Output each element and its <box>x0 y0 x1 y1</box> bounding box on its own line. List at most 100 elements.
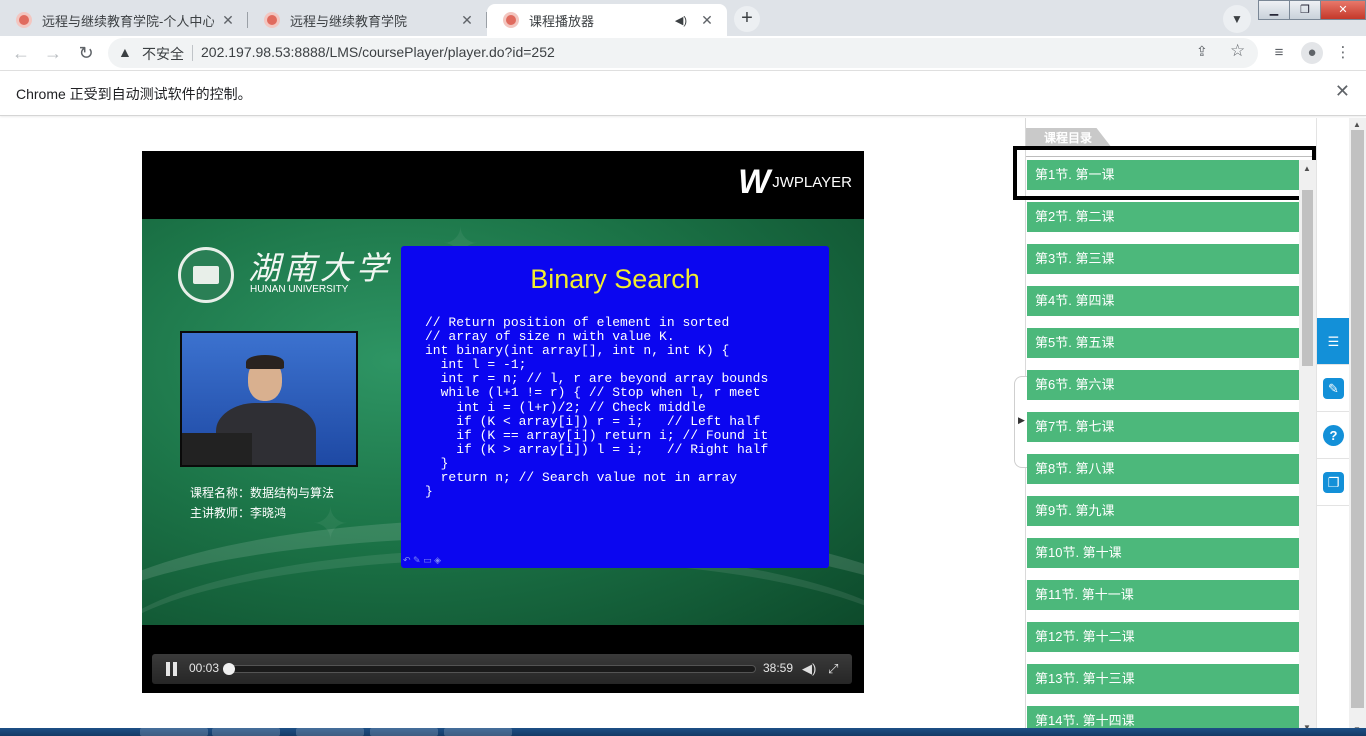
outline-tool-button[interactable]: ☰ <box>1317 318 1350 365</box>
volume-icon[interactable]: ◀) <box>802 661 816 677</box>
slide-code: // Return position of element in sorted … <box>425 315 769 500</box>
new-tab-button[interactable]: + <box>734 6 760 32</box>
browser-tab-personal-center[interactable]: 远程与继续教育学院-个人中心 ✕ <box>0 4 248 36</box>
window-close-icon[interactable]: ✕ <box>1320 0 1366 20</box>
course-info: 课程名称：数据结构与算法 主讲教师：李晓鸿 <box>190 483 334 523</box>
automation-infobar: Chrome 正受到自动测试软件的控制。 ✕ <box>0 71 1366 116</box>
browser-tab-strip: 远程与继续教育学院-个人中心 ✕ 远程与继续教育学院 ✕ 课程播放器 ◀) ✕ … <box>0 0 1366 36</box>
elapsed-time: 00:03 <box>189 661 220 675</box>
site-favicon-icon <box>264 12 280 28</box>
tab-course-outline[interactable]: 课程目录 <box>1026 128 1112 148</box>
slide-title: Binary Search <box>530 264 700 294</box>
help-tool-button[interactable]: ? <box>1317 412 1350 459</box>
lesson-item[interactable]: 第10节. 第十课 <box>1027 538 1299 568</box>
lesson-item[interactable]: 第2节. 第二课 <box>1027 202 1299 232</box>
seek-handle[interactable] <box>222 663 235 675</box>
tab-close-icon[interactable]: ✕ <box>220 12 236 29</box>
window-icon: ❐ <box>1323 471 1344 493</box>
help-icon: ? <box>1323 424 1344 446</box>
player-brand: JWPLAYER <box>772 174 852 191</box>
address-divider <box>192 45 193 61</box>
taskbar-item[interactable] <box>140 728 208 736</box>
notes-tool-button[interactable]: ✎ <box>1317 365 1350 412</box>
course-name: 课程名称：数据结构与算法 <box>190 486 335 500</box>
tab-title: 课程播放器 <box>529 13 595 29</box>
lesson-item[interactable]: 第13节. 第十三课 <box>1027 664 1299 694</box>
lecturer-name: 主讲教师：李晓鸿 <box>190 506 287 520</box>
university-name-en: HUNAN UNIVERSITY <box>250 284 349 295</box>
tab-search-chevron-icon[interactable]: ▼ <box>1223 5 1251 33</box>
lecturer-camera-inset <box>180 331 358 467</box>
pencil-icon: ✎ <box>1323 377 1344 399</box>
lesson-item[interactable]: 第9节. 第九课 <box>1027 496 1299 526</box>
lecturer-hair <box>246 355 284 369</box>
lesson-item[interactable]: 第3节. 第三课 <box>1027 244 1299 274</box>
lesson-item[interactable]: 第12节. 第十二课 <box>1027 622 1299 652</box>
selected-lesson-highlight <box>1013 146 1316 200</box>
lecture-slide: Binary Search // Return position of elem… <box>401 246 829 568</box>
tab-title: 远程与继续教育学院-个人中心 <box>42 13 214 29</box>
back-arrow-icon[interactable]: ← <box>8 40 34 66</box>
browser-toolbar: ← → ↻ ▲ 不安全 202.197.98.53:8888/LMS/cours… <box>0 36 1366 71</box>
lesson-item[interactable]: 第5节. 第五课 <box>1027 328 1299 358</box>
lesson-item[interactable]: 第8节. 第八课 <box>1027 454 1299 484</box>
taskbar-item[interactable] <box>444 728 512 736</box>
warning-triangle-icon[interactable]: ▲ <box>118 44 132 60</box>
lecturer-podium <box>182 433 252 465</box>
taskbar-item[interactable] <box>296 728 364 736</box>
page-scroll-thumb[interactable] <box>1351 130 1364 708</box>
bookmark-star-icon[interactable]: ☆ <box>1230 41 1245 61</box>
reading-list-icon[interactable]: ≡ <box>1268 42 1290 64</box>
page-scrollbar[interactable]: ▲ ▼ <box>1349 118 1366 736</box>
browser-tab-course-player[interactable]: 课程播放器 ◀) ✕ <box>487 4 727 36</box>
infobar-message: Chrome 正受到自动测试软件的控制。 <box>16 86 252 102</box>
panel-collapse-handle[interactable]: ▶ <box>1014 376 1027 468</box>
browser-tab-college[interactable]: 远程与继续教育学院 ✕ <box>248 4 487 36</box>
security-status[interactable]: 不安全 <box>142 44 184 64</box>
share-icon[interactable]: ⇪ <box>1196 43 1208 60</box>
outline-scrollbar[interactable]: ▲ ▼ <box>1299 160 1316 736</box>
reload-icon[interactable]: ↻ <box>73 40 99 66</box>
chrome-menu-icon[interactable]: ⋮ <box>1332 42 1354 64</box>
fullscreen-icon[interactable]: ⤢ <box>828 661 838 677</box>
os-taskbar <box>0 728 1366 736</box>
video-player[interactable]: W JWPLAYER ✦ ✦ ✦ 湖南大学 HUNAN UNIVERSITY 课… <box>142 151 864 693</box>
site-favicon-icon <box>16 12 32 28</box>
player-control-bar: 00:03 38:59 ◀) ⤢ <box>152 654 852 684</box>
tab-close-icon[interactable]: ✕ <box>459 12 475 29</box>
site-favicon-icon <box>503 12 519 28</box>
tab-close-icon[interactable]: ✕ <box>699 12 715 29</box>
jwplayer-mark-icon: W <box>738 163 770 201</box>
scroll-up-icon[interactable]: ▲ <box>1353 120 1361 129</box>
course-outline-panel: 课程目录 第1节. 第一课 第2节. 第二课 第3节. 第三课 第4节. 第四课 第5节… <box>1025 118 1317 736</box>
window-tool-button[interactable]: ❐ <box>1317 459 1350 506</box>
slide-toolbar-icon: ↶ ✎ ▭ ◈ <box>403 555 442 565</box>
collapse-arrow-icon: ▶ <box>1018 415 1025 425</box>
lesson-list: 第1节. 第一课 第2节. 第二课 第3节. 第三课 第4节. 第四课 第5节. 第五课… <box>1026 160 1302 736</box>
taskbar-item[interactable] <box>212 728 280 736</box>
lesson-item[interactable]: 第11节. 第十一课 <box>1027 580 1299 610</box>
seek-bar[interactable] <box>226 665 756 673</box>
maximize-icon[interactable]: ❐ <box>1289 0 1321 20</box>
infobar-close-icon[interactable]: ✕ <box>1335 81 1350 102</box>
taskbar-item[interactable] <box>370 728 438 736</box>
lesson-item[interactable]: 第6节. 第六课 <box>1027 370 1299 400</box>
outline-scroll-thumb[interactable] <box>1302 190 1313 366</box>
lesson-item[interactable]: 第4节. 第四课 <box>1027 286 1299 316</box>
lesson-item[interactable]: 第7节. 第七课 <box>1027 412 1299 442</box>
scroll-up-icon[interactable]: ▲ <box>1303 164 1311 173</box>
list-icon: ☰ <box>1323 330 1344 352</box>
forward-arrow-icon[interactable]: → <box>40 40 66 66</box>
window-controls: ▁ ❐ ✕ <box>1258 0 1366 20</box>
profile-avatar-icon[interactable]: ● <box>1301 42 1323 64</box>
minimize-icon[interactable]: ▁ <box>1258 0 1290 20</box>
video-frame[interactable]: ✦ ✦ ✦ 湖南大学 HUNAN UNIVERSITY 课程名称：数据结构与算法… <box>142 219 864 625</box>
duration: 38:59 <box>763 661 794 675</box>
audio-playing-icon[interactable]: ◀) <box>675 14 687 27</box>
jwplayer-logo: W JWPLAYER <box>738 163 852 202</box>
tab-title: 远程与继续教育学院 <box>290 13 408 29</box>
tool-strip: ☰ ✎ ? ❐ <box>1316 118 1350 736</box>
url-text[interactable]: 202.197.98.53:8888/LMS/coursePlayer/play… <box>201 44 555 60</box>
pause-icon[interactable] <box>166 662 178 676</box>
address-bar[interactable]: ▲ 不安全 202.197.98.53:8888/LMS/coursePlaye… <box>108 38 1258 68</box>
